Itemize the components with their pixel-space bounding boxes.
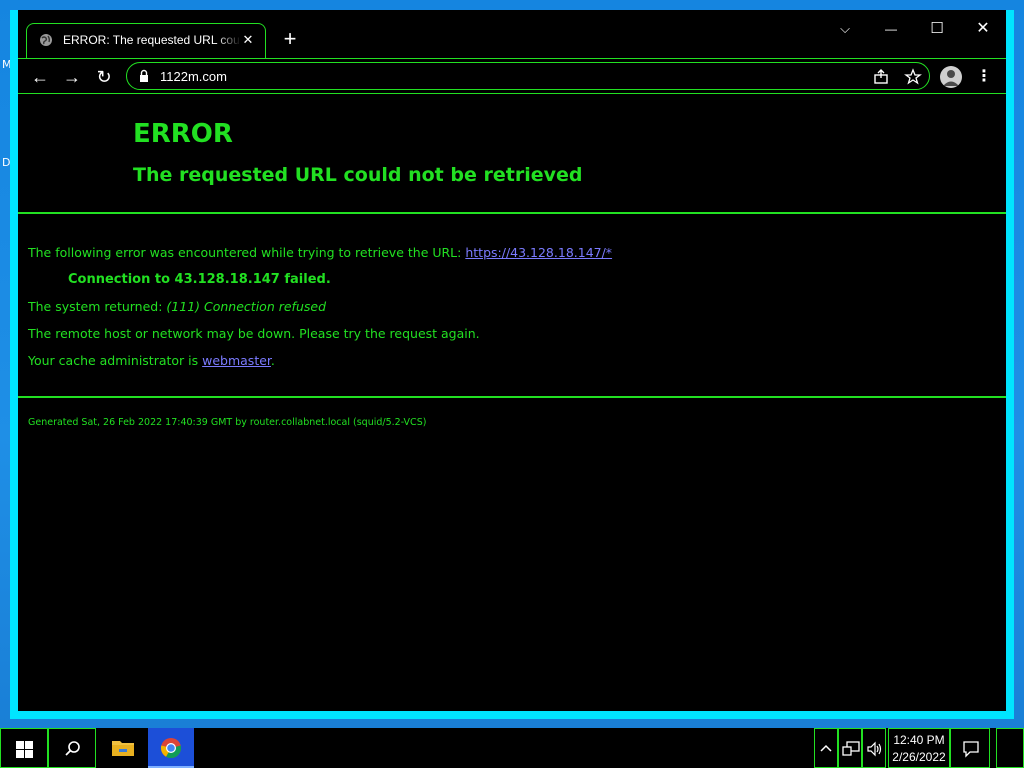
page-content: ERROR The requested URL could not be ret… [18, 94, 1006, 711]
cache-admin-text: Your cache administrator is [28, 353, 203, 368]
minimize-button[interactable]: — [868, 14, 914, 44]
new-tab-button[interactable]: + [278, 28, 302, 52]
browser-window: ERROR: The requested URL could not be re… [10, 10, 1014, 719]
action-center-button[interactable] [950, 728, 990, 768]
browser-frame: ERROR: The requested URL could not be re… [18, 10, 1006, 711]
folder-icon [112, 741, 134, 756]
browser-toolbar: ← → ↻ 1122m.com ⋮ [18, 58, 1006, 94]
system-clock[interactable]: 12:40 PM 2/26/2022 [888, 728, 950, 768]
globe-icon [40, 34, 52, 46]
chrome-icon [160, 738, 182, 759]
page-subtitle: The requested URL could not be retrieved [133, 164, 583, 186]
error-intro: The following error was encountered whil… [28, 245, 612, 260]
page-footer: Generated Sat, 26 Feb 2022 17:40:39 GMT … [28, 417, 427, 428]
active-tab[interactable]: ERROR: The requested URL could not be re… [26, 23, 266, 59]
cache-admin-line: Your cache administrator is webmaster. [28, 353, 275, 368]
failure-message: Connection to 43.128.18.147 failed. [68, 272, 331, 287]
chrome-taskbar-button[interactable] [148, 728, 194, 768]
forward-button[interactable]: → [58, 63, 86, 91]
system-returned-value: (111) Connection refused [166, 299, 326, 314]
taskbar: 12:40 PM 2/26/2022 [0, 728, 1024, 768]
reload-button[interactable]: ↻ [90, 63, 118, 91]
show-desktop-button[interactable] [996, 728, 1024, 768]
windows-logo-icon [16, 741, 33, 758]
share-icon[interactable] [871, 67, 891, 87]
person-icon [943, 70, 959, 86]
address-bar[interactable]: 1122m.com [126, 62, 930, 90]
url-text[interactable]: 1122m.com [160, 69, 227, 84]
webmaster-link[interactable]: webmaster [202, 353, 271, 368]
divider [18, 396, 1006, 398]
network-icon [842, 741, 860, 756]
tab-close-icon[interactable]: ✕ [239, 31, 257, 49]
chevron-up-icon [820, 744, 832, 752]
search-button[interactable] [48, 728, 96, 768]
title-bar: ERROR: The requested URL could not be re… [18, 10, 1006, 59]
search-icon [65, 741, 80, 756]
show-hidden-icons-button[interactable] [814, 728, 838, 768]
speaker-icon [867, 741, 882, 757]
notification-icon [963, 741, 979, 758]
clock-date: 2/26/2022 [892, 750, 946, 764]
error-intro-text: The following error was encountered whil… [28, 245, 466, 260]
cache-admin-suffix: . [270, 353, 275, 368]
clock-time: 12:40 PM [893, 733, 945, 747]
close-window-button[interactable]: ✕ [960, 14, 1006, 44]
file-explorer-button[interactable] [100, 728, 146, 768]
profile-avatar-icon[interactable] [940, 66, 962, 88]
back-button[interactable]: ← [26, 63, 54, 91]
bookmark-star-icon[interactable] [903, 67, 923, 87]
start-button[interactable] [0, 728, 48, 768]
tab-search-button[interactable]: ⌵ [822, 14, 868, 44]
system-returned: The system returned: (111) Connection re… [28, 299, 326, 314]
system-returned-label: The system returned: [28, 299, 167, 314]
divider [18, 212, 1006, 214]
error-url-link[interactable]: https://43.128.18.147/* [465, 245, 612, 260]
network-button[interactable] [838, 728, 862, 768]
tab-title: ERROR: The requested URL could not be re… [63, 33, 241, 47]
remote-host-message: The remote host or network may be down. … [28, 326, 480, 341]
page-title: ERROR [133, 119, 233, 149]
maximize-button[interactable]: ☐ [914, 14, 960, 44]
lock-icon[interactable] [137, 69, 151, 83]
volume-button[interactable] [862, 728, 886, 768]
browser-menu-button[interactable]: ⋮ [974, 63, 994, 91]
